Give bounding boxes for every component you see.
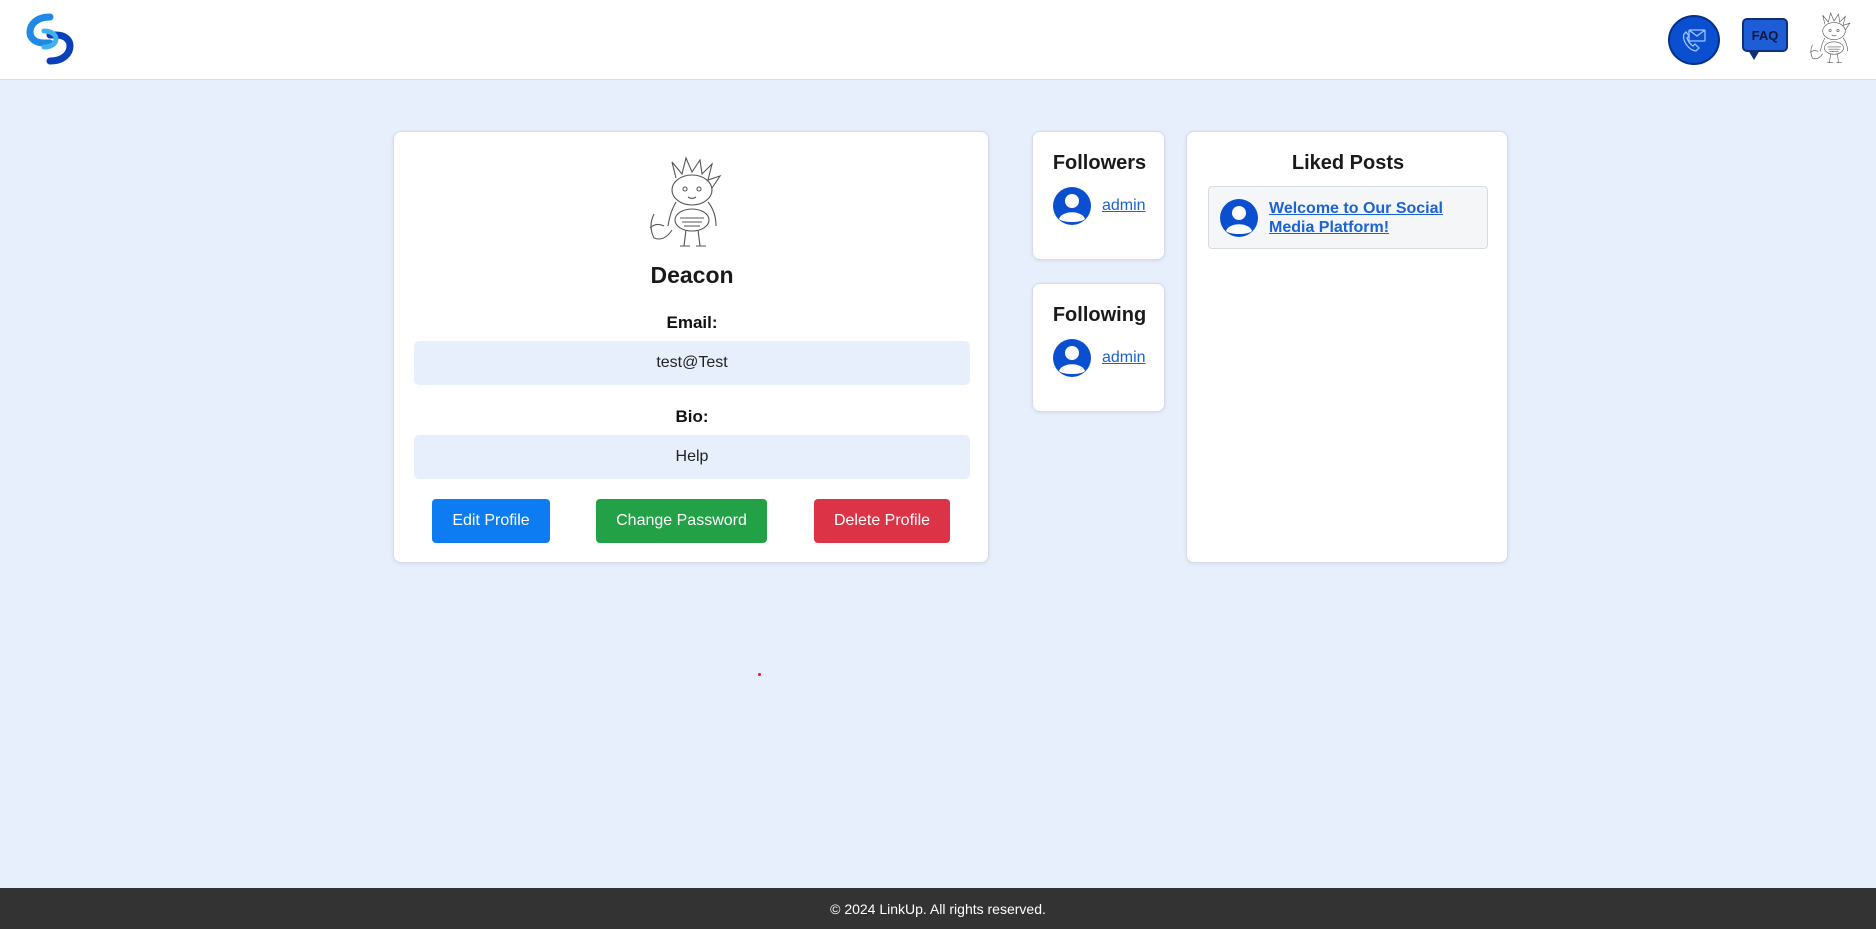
edit-profile-button[interactable]: Edit Profile [432,499,550,543]
top-navbar: FAQ [0,0,1876,80]
following-card: Following admin [1032,283,1165,412]
following-link[interactable]: admin [1102,349,1146,367]
email-label: Email: [666,313,718,332]
following-item: admin [1052,338,1146,378]
profile-avatar [646,156,738,252]
liked-posts-title: Liked Posts [1291,152,1405,174]
stray-dot [758,673,761,676]
user-avatar-icon[interactable] [1808,10,1860,68]
faq-bubble-tail [1748,50,1760,60]
following-title: Following [1052,304,1147,326]
profile-card: Deacon Email: test@Test Bio: Help Edit P… [393,131,989,563]
liked-post-item[interactable]: Welcome to Our Social Media Platform! [1208,186,1488,249]
footer: © 2024 LinkUp. All rights reserved. [0,888,1876,929]
footer-text: © 2024 LinkUp. All rights reserved. [830,900,1046,917]
user-icon [1219,198,1259,238]
followers-title: Followers [1052,152,1147,174]
faq-button[interactable]: FAQ [1740,16,1790,62]
user-icon [1052,338,1092,378]
followers-card: Followers admin [1032,131,1165,260]
change-password-button[interactable]: Change Password [596,499,767,543]
liked-post-link[interactable]: Welcome to Our Social Media Platform! [1269,199,1479,237]
liked-posts-card: Liked Posts Welcome to Our Social Media … [1186,131,1508,563]
bio-label: Bio: [675,407,709,426]
profile-name: Deacon [650,262,734,288]
linkup-logo-icon[interactable] [22,11,78,67]
bio-value: Help [414,435,970,479]
phone-mail-icon [1682,29,1706,52]
faq-icon: FAQ [1742,18,1788,52]
user-icon [1052,186,1092,226]
delete-profile-button[interactable]: Delete Profile [814,499,950,543]
follower-link[interactable]: admin [1102,197,1146,215]
follower-item: admin [1052,186,1146,226]
email-value: test@Test [414,341,970,385]
contact-button[interactable] [1668,15,1720,65]
faq-label: FAQ [1751,27,1779,43]
